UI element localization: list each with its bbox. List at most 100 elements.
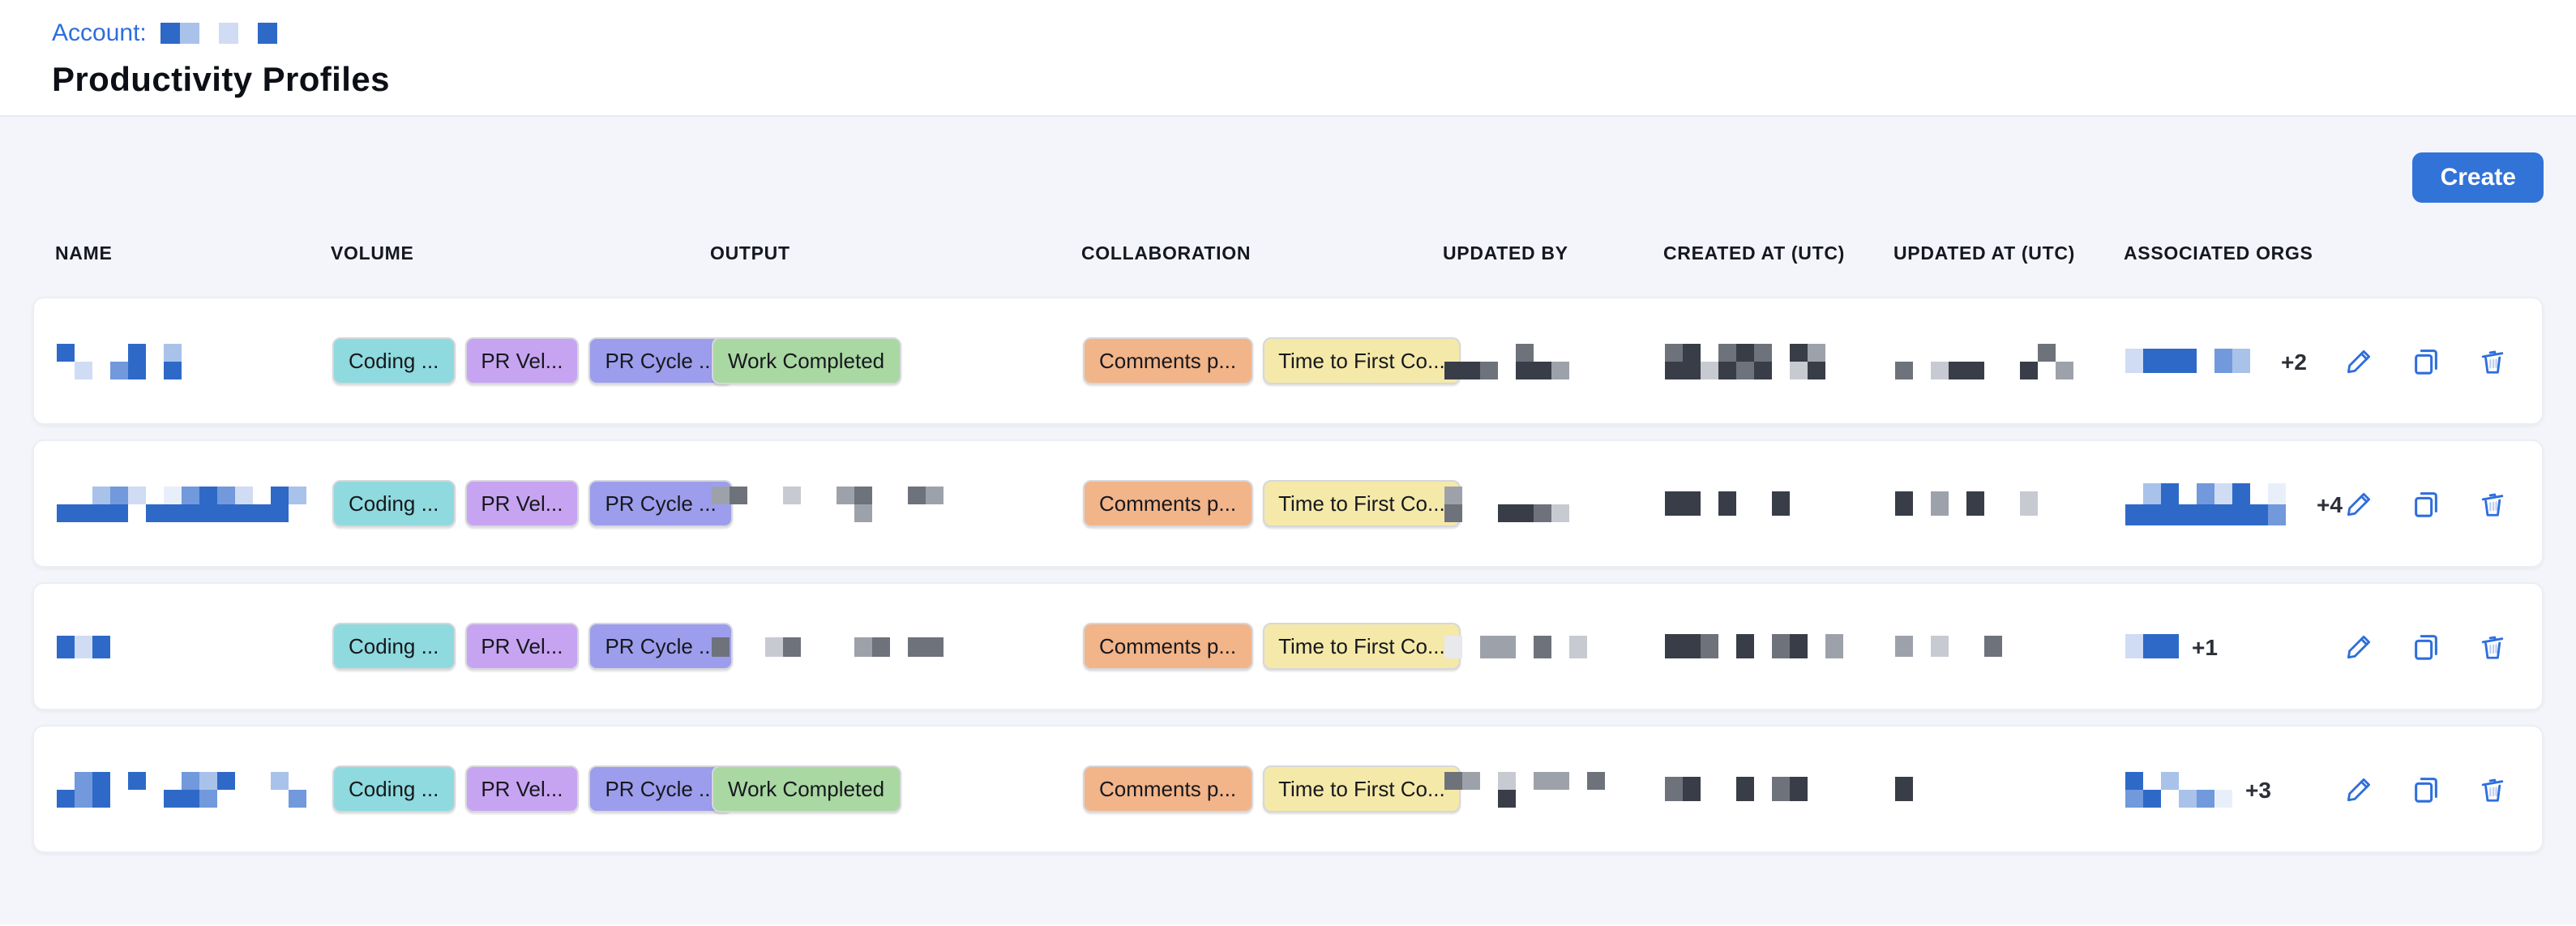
pencil-icon <box>2344 631 2375 662</box>
associated-orgs-redacted <box>2125 482 2304 525</box>
cell-volume: Coding ...PR Vel...PR Cycle ... <box>332 765 712 812</box>
cell-output <box>712 486 1083 521</box>
trash-icon <box>2477 345 2508 376</box>
column-header-name: NAME <box>55 245 331 264</box>
cell-name <box>57 635 332 658</box>
account-name-redacted <box>161 23 278 44</box>
copy-icon <box>2411 631 2441 662</box>
profiles-table-body: Coding ...PR Vel...PR Cycle ... Work Com… <box>0 297 2576 853</box>
account-breadcrumb: Account: <box>52 19 2576 47</box>
delete-button[interactable] <box>2477 488 2508 519</box>
cell-actions <box>2344 631 2519 662</box>
cell-collaboration: Comments p...Time to First Co... <box>1083 765 1444 812</box>
trash-icon <box>2477 488 2508 519</box>
updated-at-redacted <box>1895 491 2038 516</box>
toolbar: Create <box>0 117 2576 203</box>
badge-comments-per: Comments p... <box>1083 480 1252 527</box>
badge-coding: Coding ... <box>332 480 455 527</box>
table-row: Coding ...PR Vel...PR Cycle ... Comments… <box>32 439 2544 568</box>
cell-created-at <box>1665 343 1895 379</box>
updated-by-redacted <box>1444 771 1623 807</box>
trash-icon <box>2477 774 2508 804</box>
cell-actions <box>2344 345 2519 376</box>
profiles-panel: Create NAMEVOLUMEOUTPUTCOLLABORATIONUPDA… <box>0 117 2576 924</box>
duplicate-button[interactable] <box>2411 488 2441 519</box>
cell-updated-by <box>1444 771 1665 807</box>
edit-button[interactable] <box>2344 345 2375 376</box>
duplicate-button[interactable] <box>2411 774 2441 804</box>
cell-output <box>712 637 1083 656</box>
cell-collaboration: Comments p...Time to First Co... <box>1083 623 1444 670</box>
cell-output: Work Completed <box>712 765 1083 812</box>
table-row: Coding ...PR Vel...PR Cycle ... Comments… <box>32 582 2544 710</box>
cell-associated-orgs: +2 <box>2125 348 2312 374</box>
cell-updated-at <box>1895 343 2125 379</box>
cell-collaboration: Comments p...Time to First Co... <box>1083 480 1444 527</box>
profile-name-redacted <box>57 343 199 379</box>
badge-coding: Coding ... <box>332 337 455 384</box>
cell-updated-at <box>1895 777 2125 801</box>
badge-comments-per: Comments p... <box>1083 623 1252 670</box>
column-header-collaboration: COLLABORATION <box>1081 245 1443 264</box>
badge-work-completed: Work Completed <box>712 765 901 812</box>
delete-button[interactable] <box>2477 774 2508 804</box>
badge-pr-velocity: PR Vel... <box>464 480 579 527</box>
badge-time-to-first: Time to First Co... <box>1262 480 1461 527</box>
output-redacted <box>712 637 944 656</box>
updated-at-redacted <box>1895 636 2038 657</box>
associated-orgs-redacted <box>2125 771 2232 807</box>
badge-work-completed: Work Completed <box>712 337 901 384</box>
badge-pr-velocity: PR Vel... <box>464 337 579 384</box>
cell-volume: Coding ...PR Vel...PR Cycle ... <box>332 623 712 670</box>
profile-name-redacted <box>57 771 306 807</box>
cell-actions <box>2344 488 2519 519</box>
badge-time-to-first: Time to First Co... <box>1262 623 1461 670</box>
cell-associated-orgs: +4 <box>2125 482 2312 525</box>
cell-updated-by <box>1444 486 1665 521</box>
page-title: Productivity Profiles <box>52 62 2576 101</box>
created-at-redacted <box>1665 343 1843 379</box>
cell-actions <box>2344 774 2519 804</box>
profile-name-redacted <box>57 635 110 658</box>
updated-at-redacted <box>1895 777 1984 801</box>
cell-associated-orgs: +3 <box>2125 771 2312 807</box>
cell-updated-by <box>1444 343 1665 379</box>
column-header-updated-by: UPDATED BY <box>1443 245 1663 264</box>
updated-by-redacted <box>1444 635 1605 658</box>
associated-orgs-redacted <box>2125 634 2179 658</box>
trash-icon <box>2477 631 2508 662</box>
cell-updated-at <box>1895 491 2125 516</box>
badge-comments-per: Comments p... <box>1083 337 1252 384</box>
cell-updated-by <box>1444 635 1665 658</box>
cell-created-at <box>1665 777 1895 801</box>
edit-button[interactable] <box>2344 488 2375 519</box>
column-header-updated-at-utc-: UPDATED AT (UTC) <box>1893 245 2124 264</box>
duplicate-button[interactable] <box>2411 631 2441 662</box>
duplicate-button[interactable] <box>2411 345 2441 376</box>
pencil-icon <box>2344 488 2375 519</box>
edit-button[interactable] <box>2344 774 2375 804</box>
orgs-more-count: +2 <box>2281 348 2307 374</box>
output-redacted <box>712 486 944 521</box>
account-link[interactable]: Account: <box>52 19 147 47</box>
table-row: Coding ...PR Vel...PR Cycle ... Work Com… <box>32 725 2544 853</box>
column-header-associated-orgs: ASSOCIATED ORGS <box>2124 245 2310 264</box>
cell-created-at <box>1665 634 1895 658</box>
edit-button[interactable] <box>2344 631 2375 662</box>
badge-comments-per: Comments p... <box>1083 765 1252 812</box>
create-button[interactable]: Create <box>2413 152 2544 203</box>
delete-button[interactable] <box>2477 345 2508 376</box>
badge-coding: Coding ... <box>332 623 455 670</box>
orgs-more-count: +4 <box>2317 491 2343 517</box>
delete-button[interactable] <box>2477 631 2508 662</box>
column-header-output: OUTPUT <box>710 245 1081 264</box>
cell-associated-orgs: +1 <box>2125 633 2312 659</box>
updated-at-redacted <box>1895 343 2073 379</box>
account-name-redacted <box>161 23 278 44</box>
badge-time-to-first: Time to First Co... <box>1262 337 1461 384</box>
badge-pr-velocity: PR Vel... <box>464 765 579 812</box>
created-at-redacted <box>1665 634 1861 658</box>
copy-icon <box>2411 345 2441 376</box>
badge-pr-velocity: PR Vel... <box>464 623 579 670</box>
cell-volume: Coding ...PR Vel...PR Cycle ... <box>332 480 712 527</box>
